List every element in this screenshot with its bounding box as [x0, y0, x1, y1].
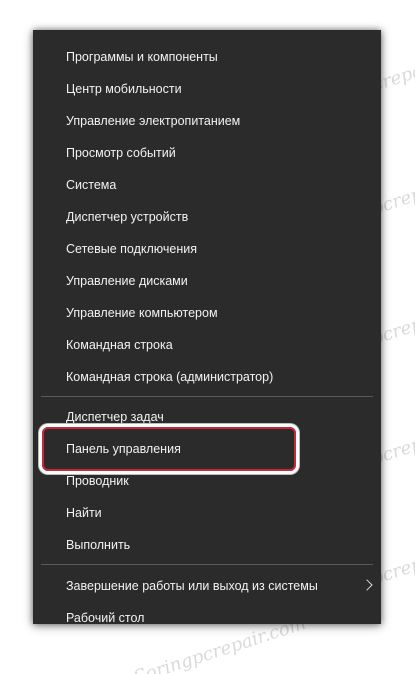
menu-item-network-connections[interactable]: Сетевые подключения [33, 235, 381, 263]
menu-item-search[interactable]: Найти [33, 499, 381, 527]
menu-item-shutdown-signout[interactable]: Завершение работы или выход из системы [33, 572, 381, 600]
menu-item-file-explorer[interactable]: Проводник [33, 467, 381, 495]
menu-item-computer-management[interactable]: Управление компьютером [33, 299, 381, 327]
menu-item-task-manager[interactable]: Диспетчер задач [33, 403, 381, 431]
menu-item-desktop[interactable]: Рабочий стол [33, 604, 381, 632]
menu-item-mobility-center[interactable]: Центр мобильности [33, 75, 381, 103]
menu-item-command-prompt[interactable]: Командная строка [33, 331, 381, 359]
winx-context-menu: Программы и компоненты Центр мобильности… [33, 30, 381, 625]
screenshot-stage: Soringpcrepair.com Soringpcrepair.com So… [0, 0, 415, 674]
menu-separator [41, 564, 373, 565]
menu-item-label: Завершение работы или выход из системы [66, 579, 318, 593]
menu-separator [41, 396, 373, 397]
menu-item-system[interactable]: Система [33, 171, 381, 199]
menu-item-power-options[interactable]: Управление электропитанием [33, 107, 381, 135]
menu-item-device-manager[interactable]: Диспетчер устройств [33, 203, 381, 231]
menu-item-event-viewer[interactable]: Просмотр событий [33, 139, 381, 167]
chevron-right-icon [361, 579, 373, 591]
menu-item-programs-features[interactable]: Программы и компоненты [33, 43, 381, 71]
menu-item-run[interactable]: Выполнить [33, 531, 381, 559]
menu-item-command-prompt-admin[interactable]: Командная строка (администратор) [33, 363, 381, 391]
menu-item-disk-management[interactable]: Управление дисками [33, 267, 381, 295]
menu-item-control-panel[interactable]: Панель управления [33, 435, 381, 463]
